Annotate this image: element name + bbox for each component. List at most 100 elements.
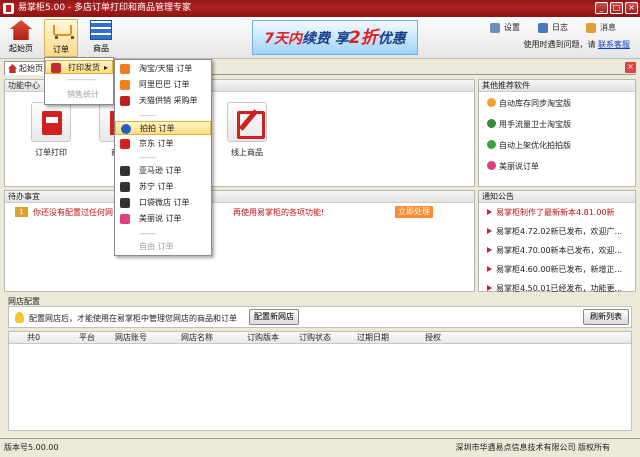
help-note: 使用时遇到问题，请 联系客服 bbox=[523, 39, 630, 50]
column-header[interactable]: 平台 bbox=[79, 332, 95, 344]
shop-table-header: 共0 平台 网店账号 网店名称 订购版本 订购状态 过期日期 授权 bbox=[9, 332, 631, 344]
menu-item-label: 天猫供销 采购单 bbox=[139, 96, 198, 105]
goods-label: 商品 bbox=[93, 44, 109, 53]
shop-config-hint: 配置网店后，才能使用在易掌柜中管理您网店的商品和订单 bbox=[15, 312, 237, 324]
refresh-list-button[interactable]: 刷新列表 bbox=[583, 309, 629, 325]
recommend-item-label: 自动上架优化拍拍版 bbox=[499, 141, 571, 150]
menu-item-amazon[interactable]: 亚马逊 订单 bbox=[115, 164, 211, 178]
app-icon bbox=[487, 119, 496, 128]
version-text: 版本号5.00.00 bbox=[4, 443, 59, 452]
menu-item-label: 打印发货 bbox=[68, 63, 100, 72]
online-goods-tile[interactable]: 线上商品 bbox=[219, 102, 275, 158]
banner-text-3: 优惠 bbox=[377, 31, 406, 47]
column-header[interactable]: 订购状态 bbox=[299, 332, 331, 344]
home-label: 起始页 bbox=[9, 44, 33, 53]
menu-item-label: 淘宝/天猫 订单 bbox=[139, 64, 193, 73]
menu-item-label: 拍拍 订单 bbox=[140, 124, 175, 133]
maximize-button[interactable]: □ bbox=[610, 2, 623, 14]
todo-text-left: 你还没有配置过任何网 bbox=[33, 208, 113, 217]
amazon-icon bbox=[120, 166, 130, 176]
recommend-item[interactable]: 自动库存同步淘宝版 bbox=[487, 98, 571, 109]
column-header[interactable]: 共0 bbox=[27, 332, 40, 344]
todo-number: 1 bbox=[15, 207, 28, 217]
todo-text-right: 再使用易掌柜的各项功能! bbox=[233, 208, 325, 217]
notice-item[interactable]: 易掌柜4.72.02新已发布，欢迎广... bbox=[487, 226, 627, 237]
log-link[interactable]: 日志 bbox=[538, 21, 568, 35]
menu-item-label: 自由 订单 bbox=[139, 242, 174, 251]
column-header[interactable]: 网店名称 bbox=[181, 332, 213, 344]
shop-config-section: 网店配置 配置网店后，才能使用在易掌柜中管理您网店的商品和订单 配置新网店 刷新… bbox=[4, 296, 636, 436]
lightbulb-icon bbox=[15, 312, 24, 323]
order-print-tile[interactable]: 订单打印 bbox=[23, 102, 79, 158]
log-icon bbox=[538, 23, 548, 33]
edit-icon bbox=[227, 102, 267, 142]
copyright-text: 深圳市华遇易点信息技术有限公司 版权所有 bbox=[455, 443, 610, 452]
menu-item-meilishuo[interactable]: 美丽说 订单 bbox=[115, 212, 211, 226]
messages-link[interactable]: 消息 bbox=[586, 21, 616, 35]
recommend-item-label: 自动库存同步淘宝版 bbox=[499, 99, 571, 108]
menu-item-label: 京东 订单 bbox=[139, 139, 174, 148]
menu-item-weidian[interactable]: 口袋微店 订单 bbox=[115, 196, 211, 210]
minimize-button[interactable]: _ bbox=[595, 2, 608, 14]
menu-item-alibaba[interactable]: 阿里巴巴 订单 bbox=[115, 78, 211, 92]
column-header[interactable]: 订购版本 bbox=[247, 332, 279, 344]
messages-label: 消息 bbox=[600, 23, 616, 32]
banner-text-2: 续费 享 bbox=[302, 31, 349, 47]
contact-support-link[interactable]: 联系客服 bbox=[598, 40, 630, 49]
column-header[interactable]: 网店账号 bbox=[115, 332, 147, 344]
printer-icon bbox=[31, 102, 71, 142]
home-button[interactable]: 起始页 bbox=[4, 19, 38, 57]
column-header[interactable]: 过期日期 bbox=[357, 332, 389, 344]
banner-text-1: 7天内 bbox=[264, 31, 303, 47]
cart-icon bbox=[50, 21, 74, 41]
menu-item-tmall-supply[interactable]: 天猫供销 采购单 bbox=[115, 94, 211, 108]
status-bar: 版本号5.00.00 深圳市华遇易点信息技术有限公司 版权所有 bbox=[0, 438, 640, 457]
order-button[interactable]: 订单 bbox=[44, 19, 78, 57]
menu-separator: ---------- bbox=[67, 75, 96, 84]
print-submenu: 淘宝/天猫 订单 阿里巴巴 订单 天猫供销 采购单 ------ 拍拍 订单 京… bbox=[114, 59, 212, 256]
recommend-title: 其他推荐软件 bbox=[479, 80, 635, 92]
tmall-icon bbox=[120, 96, 130, 106]
shop-table: 共0 平台 网店账号 网店名称 订购版本 订购状态 过期日期 授权 bbox=[8, 331, 632, 431]
banner-highlight: 2折 bbox=[348, 28, 378, 48]
weidian-icon bbox=[120, 198, 130, 208]
menu-item-print-ship[interactable]: 打印发货 ▸ bbox=[45, 60, 113, 74]
log-label: 日志 bbox=[552, 23, 568, 32]
notice-item[interactable]: 易掌柜4.50.01已经发布，功能更... bbox=[487, 283, 627, 294]
submenu-arrow-icon: ▸ bbox=[103, 63, 108, 72]
settings-label: 设置 bbox=[504, 23, 520, 32]
suning-icon bbox=[120, 182, 130, 192]
goods-button[interactable]: 商品 bbox=[84, 19, 118, 57]
column-header[interactable]: 授权 bbox=[425, 332, 441, 344]
menu-item-sales-stats[interactable]: 销售统计 bbox=[45, 88, 113, 102]
menu-separator: ------ bbox=[139, 153, 157, 162]
close-tab-button[interactable]: × bbox=[625, 62, 636, 73]
config-new-shop-button[interactable]: 配置新网店 bbox=[249, 309, 299, 325]
notice-item[interactable]: 易掌柜4.70.00新本已发布，欢迎... bbox=[487, 245, 627, 256]
printer-icon bbox=[51, 63, 61, 73]
menu-item-taobao[interactable]: 淘宝/天猫 订单 bbox=[115, 62, 211, 76]
notice-item[interactable]: 易掌柜4.60.00新已发布，新增正... bbox=[487, 264, 627, 275]
menu-separator: ------ bbox=[139, 111, 157, 120]
help-note-text: 使用时遇到问题，请 bbox=[523, 40, 596, 49]
settings-link[interactable]: 设置 bbox=[490, 21, 520, 35]
menu-item-suning[interactable]: 苏宁 订单 bbox=[115, 180, 211, 194]
recommend-item[interactable]: 自动上架优化拍拍版 bbox=[487, 140, 571, 151]
paipai-icon bbox=[121, 124, 131, 134]
menu-item-custom[interactable]: 自由 订单 bbox=[115, 240, 211, 254]
menu-item-jd[interactable]: 京东 订单 bbox=[115, 137, 211, 151]
tab-home-label: 起始页 bbox=[19, 64, 43, 73]
notice-item[interactable]: 易掌柜制作了最新新本4.81.00新 bbox=[487, 207, 627, 218]
close-button[interactable]: × bbox=[625, 2, 638, 14]
menu-item-label: 亚马逊 订单 bbox=[139, 166, 182, 175]
recommend-item[interactable]: 美丽说订单 bbox=[487, 161, 539, 172]
order-print-label: 订单打印 bbox=[35, 148, 67, 157]
handle-now-button[interactable]: 立即处理 bbox=[395, 206, 433, 218]
app-icon bbox=[3, 3, 14, 14]
recommend-item[interactable]: 用手流量卫士淘宝版 bbox=[487, 119, 571, 130]
jd-icon bbox=[120, 139, 130, 149]
notice-title: 通知公告 bbox=[479, 191, 635, 203]
promo-banner[interactable]: 7天内续费 享2折优惠 bbox=[252, 20, 418, 55]
menu-item-paipai[interactable]: 拍拍 订单 bbox=[115, 121, 211, 135]
menu-item-label: 苏宁 订单 bbox=[139, 182, 174, 191]
